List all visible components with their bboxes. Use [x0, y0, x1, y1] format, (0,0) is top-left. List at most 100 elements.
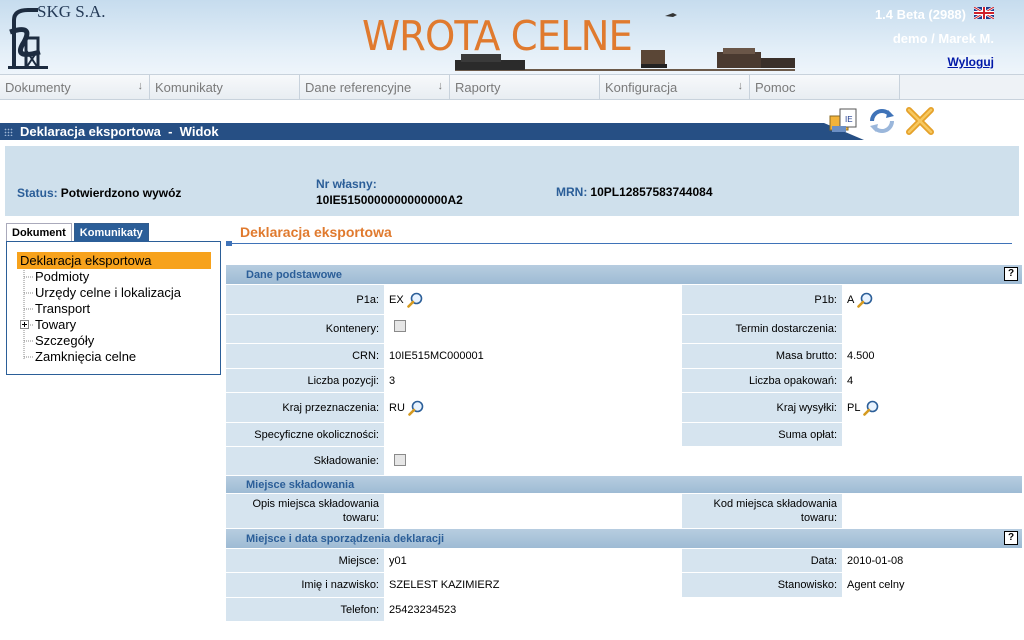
skladowanie-label: Składowanie:: [226, 447, 384, 475]
skladowanie-checkbox[interactable]: [394, 454, 406, 466]
arrow-down-icon: ↓: [737, 80, 744, 92]
telefon-value: 25423234523: [384, 598, 1022, 621]
miejsce-label: Miejsce:: [226, 549, 384, 572]
opis-miejsca-label: Opis miejsca składowania: [252, 498, 379, 510]
status-value: Potwierdzono wywóz: [60, 186, 182, 200]
tree-item-towary[interactable]: Towary: [35, 317, 76, 332]
group-header-dane-podstawowe: Dane podstawowe ?: [226, 264, 1022, 284]
opis-miejsca-label-2: towaru:: [342, 512, 379, 524]
group-header-miejsce-data: Miejsce i data sporządzenia deklaracji ?: [226, 528, 1022, 548]
menu-raporty[interactable]: Raporty: [450, 75, 600, 99]
form-row: Telefon: 25423234523: [226, 597, 1022, 621]
menu-pomoc[interactable]: Pomoc: [750, 75, 900, 99]
p1b-value: A: [847, 293, 855, 306]
tab-komunikaty[interactable]: Komunikaty: [73, 223, 149, 241]
status-label: Status:: [17, 186, 58, 200]
termin-label: Termin dostarczenia:: [682, 315, 842, 343]
current-user: demo / Marek M.: [892, 31, 994, 46]
version-label: 1.4 Beta (2988): [874, 7, 966, 22]
menu-dane-referencyjne[interactable]: Dane referencyjne ↓: [300, 75, 450, 99]
menu-komunikaty[interactable]: Komunikaty: [150, 75, 300, 99]
expand-plus-icon[interactable]: [20, 320, 29, 329]
close-icon[interactable]: [904, 106, 936, 136]
masa-label: Masa brutto:: [682, 344, 842, 368]
group-header-miejsce-skladowania: Miejsce składowania: [226, 475, 1022, 493]
svg-text:IE: IE: [845, 115, 853, 124]
form-row: P1a: EX P1b: A: [226, 284, 1022, 314]
tree-item-urzedy[interactable]: Urzędy celne i lokalizacja: [35, 285, 181, 300]
masa-value: 4.500: [842, 344, 1022, 368]
section-divider: [226, 241, 1012, 246]
specyficzne-value: [384, 423, 682, 446]
kraj-przeznaczenia-value: RU: [389, 401, 405, 414]
print-ie-icon[interactable]: IE: [828, 106, 860, 136]
form-row: Miejsce: y01 Data: 2010-01-08: [226, 548, 1022, 572]
tree-item-podmioty[interactable]: Podmioty: [35, 269, 89, 284]
imie-value: SZELEST KAZIMIERZ: [384, 573, 682, 597]
form-row: Liczba pozycji: 3 Liczba opakowań: 4: [226, 368, 1022, 392]
liczba-pozycji-value: 3: [384, 369, 682, 392]
liczba-pozycji-label: Liczba pozycji:: [226, 369, 384, 392]
arrow-down-icon: ↓: [437, 80, 444, 92]
tree-item-zamkniecia[interactable]: Zamknięcia celne: [35, 349, 136, 364]
kraj-przeznaczenia-label: Kraj przeznaczenia:: [226, 393, 384, 422]
form-row: CRN: 10IE515MC000001 Masa brutto: 4.500: [226, 343, 1022, 368]
data-value: 2010-01-08: [842, 549, 1022, 572]
form-row: Kraj przeznaczenia: RU Kraj wysyłki: PL: [226, 392, 1022, 422]
side-tabs: Dokument Komunikaty: [6, 223, 151, 242]
magnifier-icon[interactable]: [406, 292, 423, 308]
liczba-opakowan-value: 4: [842, 369, 1022, 392]
toolbar: IE: [828, 106, 936, 136]
suma-oplat-label: Suma opłat:: [682, 423, 842, 446]
mrn-label: MRN:: [556, 185, 588, 199]
app-header: SKG S.A. WROTA CELNE 1.4 Beta (2988) dem…: [0, 0, 1024, 74]
kraj-wysylki-value: PL: [847, 401, 861, 414]
tree-item-deklaracja[interactable]: Deklaracja eksportowa: [20, 253, 152, 268]
own-number-value: 10IE5150000000000000A2: [316, 193, 463, 207]
tree-item-szczegoly[interactable]: Szczegóły: [35, 333, 94, 348]
document-tree: Deklaracja eksportowa Podmioty Urzędy ce…: [6, 241, 221, 375]
arrow-down-icon: ↓: [137, 80, 144, 92]
own-number-label: Nr własny:: [316, 177, 377, 191]
kontenery-checkbox[interactable]: [394, 320, 406, 332]
menu-konfiguracja[interactable]: Konfiguracja ↓: [600, 75, 750, 99]
data-label: Data:: [682, 549, 842, 572]
declaration-form: Dane podstawowe ? P1a: EX P1b: A Kontene…: [226, 264, 1022, 621]
status-panel: Status: Potwierdzono wywóz Nr własny: 10…: [5, 146, 1019, 216]
opis-miejsca-value: [384, 494, 682, 528]
suma-oplat-value: [842, 423, 1022, 446]
kod-miejsca-label: Kod miejsca składowania: [713, 498, 837, 510]
help-icon[interactable]: ?: [1004, 531, 1018, 545]
stanowisko-value: Agent celny: [842, 573, 1022, 597]
form-row: Kontenery: Termin dostarczenia:: [226, 314, 1022, 343]
help-icon[interactable]: ?: [1004, 267, 1018, 281]
termin-value: [842, 315, 1022, 343]
magnifier-icon[interactable]: [857, 292, 873, 308]
imie-label: Imię i nazwisko:: [226, 573, 384, 597]
form-row: Składowanie:: [226, 446, 1022, 475]
magnifier-icon[interactable]: [863, 400, 879, 416]
magnifier-icon[interactable]: [408, 400, 424, 416]
specyficzne-label: Specyficzne okoliczności:: [226, 423, 384, 446]
p1a-label: P1a:: [226, 285, 384, 314]
kod-miejsca-label-2: towaru:: [800, 512, 837, 524]
mrn-value: 10PL12857583744084: [590, 185, 713, 199]
tree-item-transport[interactable]: Transport: [35, 301, 90, 316]
kod-miejsca-value: [842, 494, 1022, 528]
page-title: Deklaracja eksportowa - Widok: [20, 124, 219, 139]
menu-dokumenty[interactable]: Dokumenty ↓: [0, 75, 150, 99]
miejsce-value: y01: [384, 549, 682, 572]
crn-label: CRN:: [226, 344, 384, 368]
company-name: SKG S.A.: [37, 2, 106, 21]
tab-dokument[interactable]: Dokument: [6, 223, 72, 242]
crn-value: 10IE515MC000001: [384, 344, 682, 368]
stanowisko-label: Stanowisko:: [682, 573, 842, 597]
section-title: Deklaracja eksportowa: [240, 224, 392, 240]
refresh-icon[interactable]: [866, 106, 898, 136]
kraj-wysylki-label: Kraj wysyłki:: [682, 393, 842, 422]
telefon-label: Telefon:: [226, 598, 384, 621]
english-flag-icon[interactable]: [974, 7, 994, 19]
form-row: Imię i nazwisko: SZELEST KAZIMIERZ Stano…: [226, 572, 1022, 597]
liczba-opakowan-label: Liczba opakowań:: [682, 369, 842, 392]
logout-link[interactable]: Wyloguj: [947, 55, 994, 69]
